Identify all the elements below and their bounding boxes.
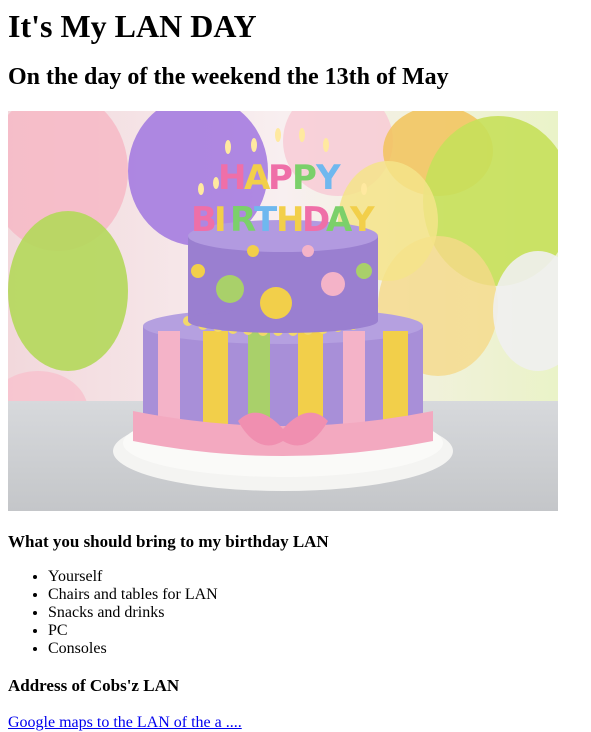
bring-heading: What you should bring to my birthday LAN xyxy=(8,532,329,551)
svg-text:Y: Y xyxy=(315,158,341,198)
birthday-cake-image: H A P P Y B I R T H D A Y xyxy=(8,111,558,511)
svg-text:H: H xyxy=(276,200,304,240)
google-maps-link[interactable]: Google maps to the LAN of the a .... xyxy=(8,714,583,732)
page-title: It's My LAN DAY xyxy=(8,8,257,44)
svg-text:A: A xyxy=(326,200,353,240)
list-item: PC xyxy=(48,622,583,640)
svg-text:P: P xyxy=(268,158,293,198)
svg-text:P: P xyxy=(292,158,317,198)
svg-text:Y: Y xyxy=(349,200,375,240)
svg-text:A: A xyxy=(244,158,271,198)
address-heading: Address of Cobs'z LAN xyxy=(8,676,180,695)
page: It's My LAN DAY On the day of the weeken… xyxy=(0,0,591,732)
svg-text:I: I xyxy=(214,200,227,240)
list-item: Chairs and tables for LAN xyxy=(48,586,583,604)
svg-text:T: T xyxy=(254,200,278,240)
list-item: Snacks and drinks xyxy=(48,604,583,622)
bring-list: Yourself Chairs and tables for LAN Snack… xyxy=(8,568,583,658)
svg-text:R: R xyxy=(230,200,256,240)
list-item: Yourself xyxy=(48,568,583,586)
page-subtitle: On the day of the weekend the 13th of Ma… xyxy=(8,64,449,90)
list-item: Consoles xyxy=(48,640,583,658)
svg-text:H: H xyxy=(218,158,246,198)
